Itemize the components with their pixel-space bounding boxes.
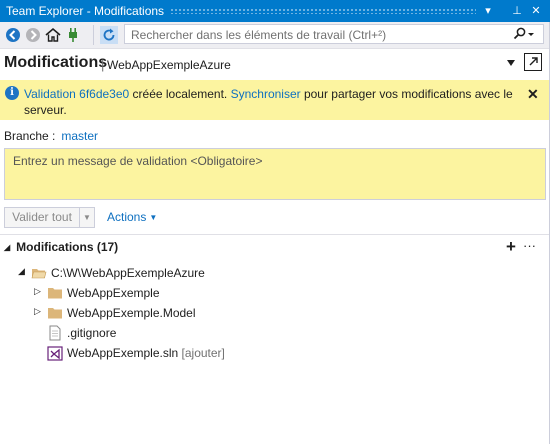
tree-item-file[interactable]: .gitignore xyxy=(34,324,334,342)
tree-item-label: WebAppExemple.Model xyxy=(67,306,196,320)
tree-item-filename: WebAppExemple.sln xyxy=(67,346,179,360)
repository-name: WebAppExempleAzure xyxy=(107,58,231,72)
actions-menu[interactable]: Actions ▼ xyxy=(107,210,157,224)
add-icon[interactable]: + xyxy=(506,237,516,257)
popout-button[interactable] xyxy=(524,53,542,71)
title-grip[interactable] xyxy=(170,8,476,14)
info-notification-bar: i Validation 6f6de3e0 créée localement. … xyxy=(0,80,550,120)
tree-item-folder[interactable]: ▷ WebAppExemple.Model xyxy=(34,304,334,322)
home-icon[interactable] xyxy=(44,26,62,44)
actions-chevron-icon: ▼ xyxy=(149,213,158,222)
expand-triangle-icon[interactable]: ◢ xyxy=(18,266,25,277)
info-icon: i xyxy=(5,86,19,100)
back-icon[interactable] xyxy=(4,26,22,44)
tree-item-file[interactable]: WebAppExemple.sln [ajouter] xyxy=(34,344,334,362)
window-menu-dropdown-icon[interactable]: ▾ xyxy=(480,3,496,19)
page-title: Modifications xyxy=(4,54,108,71)
info-message-text: créée localement. xyxy=(129,87,231,101)
synchronize-link[interactable]: Synchroniser xyxy=(231,87,301,101)
branch-row: Branche : master xyxy=(4,129,98,143)
tree-item-label: WebAppExemple.sln [ajouter] xyxy=(67,346,225,360)
commit-message-placeholder: Entrez un message de validation <Obligat… xyxy=(13,154,263,168)
page-menu-dropdown-icon[interactable] xyxy=(506,59,516,67)
close-window-icon[interactable]: ✕ xyxy=(528,3,544,19)
info-message: Validation 6f6de3e0 créée localement. Sy… xyxy=(24,86,514,118)
file-icon xyxy=(49,325,61,341)
page-header: Modifications | WebAppExempleAzure xyxy=(0,49,550,79)
connect-plug-icon[interactable] xyxy=(64,26,82,44)
commit-message-input[interactable]: Entrez un message de validation <Obligat… xyxy=(4,148,546,200)
window-title: Team Explorer - Modifications xyxy=(6,4,165,18)
popout-icon xyxy=(529,57,538,66)
title-separator: | xyxy=(101,57,105,72)
folder-icon xyxy=(48,288,62,299)
search-icon[interactable] xyxy=(513,27,535,41)
commit-all-button[interactable]: Valider tout xyxy=(4,207,80,228)
tree-item-root[interactable]: ◢ C:\W\WebAppExempleAzure xyxy=(18,264,318,282)
branch-link[interactable]: master xyxy=(61,129,98,143)
changes-section-label: Modifications (17) xyxy=(16,240,119,254)
folder-open-icon xyxy=(31,269,47,279)
collapse-triangle-icon[interactable]: ◢ xyxy=(4,243,10,252)
forward-icon[interactable] xyxy=(24,26,42,44)
tree-item-label: .gitignore xyxy=(67,326,117,340)
search-placeholder: Rechercher dans les éléments de travail … xyxy=(131,28,387,42)
tree-item-label: WebAppExemple xyxy=(67,286,160,300)
expand-triangle-icon[interactable]: ▷ xyxy=(34,306,41,317)
tree-item-folder[interactable]: ▷ WebAppExemple xyxy=(34,284,334,302)
commit-link[interactable]: Validation 6f6de3e0 xyxy=(24,87,129,101)
expand-triangle-icon[interactable]: ▷ xyxy=(34,286,41,297)
title-bar: Team Explorer - Modifications ▾ ⊥ ✕ xyxy=(0,0,550,22)
pin-icon[interactable]: ⊥ xyxy=(509,3,525,19)
toolbar-separator xyxy=(93,25,94,45)
work-item-search-input[interactable]: Rechercher dans les éléments de travail … xyxy=(124,24,544,44)
close-notification-icon[interactable]: ✕ xyxy=(527,86,539,103)
actions-label: Actions xyxy=(107,210,147,224)
more-options-icon[interactable]: ··· xyxy=(523,238,536,253)
section-divider xyxy=(0,234,550,235)
commit-options-dropdown[interactable]: ▼ xyxy=(79,207,95,228)
tree-item-label: C:\W\WebAppExempleAzure xyxy=(51,266,205,280)
changes-section-header[interactable]: ◢ Modifications (17) xyxy=(4,240,118,254)
change-type-badge: [ajouter] xyxy=(181,346,225,360)
refresh-icon[interactable] xyxy=(100,26,118,44)
chevron-down-icon: ▼ xyxy=(83,213,91,222)
solution-icon xyxy=(47,346,63,361)
branch-label: Branche : xyxy=(4,129,56,143)
folder-icon xyxy=(48,308,62,319)
